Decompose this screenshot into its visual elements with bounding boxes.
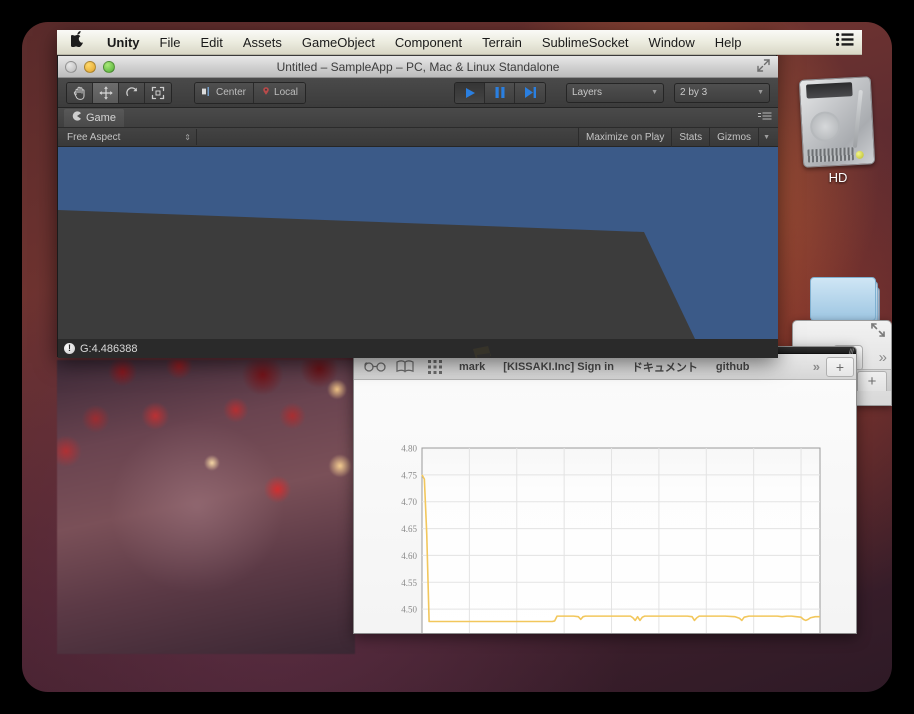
desktop: HD » » + xyxy=(22,22,892,692)
bookmark-kissaki-signin[interactable]: [KISSAKI.Inc] Sign in xyxy=(494,361,623,373)
top-sites-grid-icon[interactable] xyxy=(420,358,450,376)
info-badge-icon: ! xyxy=(64,343,75,354)
scale-tool[interactable] xyxy=(145,82,171,103)
menu-terrain[interactable]: Terrain xyxy=(472,35,532,50)
layout-dropdown[interactable]: 2 by 3 ▼ xyxy=(674,82,770,103)
svg-text:4.55: 4.55 xyxy=(401,578,417,588)
center-pivot-icon xyxy=(202,86,213,99)
tab-game-label: Game xyxy=(86,111,116,124)
panel-tabbar: Game xyxy=(58,108,778,128)
game-view-controls: Free Aspect ⇕ Maximize on Play Stats Giz… xyxy=(58,127,778,147)
aspect-ratio-dropdown[interactable]: Free Aspect ⇕ xyxy=(62,129,197,145)
y-axis-labels: 4.45 4.50 4.55 4.60 4.65 4.70 4.75 4.80 xyxy=(401,444,417,635)
game-pacman-icon xyxy=(72,111,82,124)
screen-root: HD » » + xyxy=(0,0,914,714)
unity-editor-window[interactable]: Untitled – SampleApp – PC, Mac & Linux S… xyxy=(57,30,778,358)
menu-unity[interactable]: Unity xyxy=(97,35,150,50)
pause-button[interactable] xyxy=(485,82,515,103)
hd-vent xyxy=(807,147,855,163)
new-tab-button[interactable]: + xyxy=(826,357,854,377)
stats-button[interactable]: Stats xyxy=(671,127,709,147)
game-status-bar: ! G:4.486388 xyxy=(58,339,778,358)
pivot-toggle[interactable]: Center xyxy=(195,82,255,103)
hard-drive-glyph xyxy=(798,76,876,168)
chevron-down-icon: ▼ xyxy=(757,89,764,96)
unity-titlebar[interactable]: Untitled – SampleApp – PC, Mac & Linux S… xyxy=(58,56,778,78)
rotate-tool[interactable] xyxy=(119,82,145,103)
playback-group xyxy=(454,81,546,104)
plot-area xyxy=(421,447,821,633)
chevron-down-icon: ▼ xyxy=(651,89,658,96)
pivot-space-group: Center Local xyxy=(194,81,306,104)
reading-list-book-icon[interactable] xyxy=(390,358,420,376)
layers-label: Layers xyxy=(572,87,603,98)
svg-text:4.50: 4.50 xyxy=(401,605,417,615)
local-space-icon xyxy=(261,86,271,99)
chevron-down-icon[interactable]: ▼ xyxy=(758,127,774,147)
fullscreen-arrows-icon[interactable] xyxy=(757,58,770,75)
svg-text:4.60: 4.60 xyxy=(401,551,417,561)
menubar-status-items xyxy=(836,33,862,51)
updown-arrows-icon: ⇕ xyxy=(184,132,191,142)
menu-gameobject[interactable]: GameObject xyxy=(292,35,385,50)
hand-tool[interactable] xyxy=(67,82,93,103)
chevron-double-right-icon[interactable]: » xyxy=(879,349,887,366)
bokeh-lights-wallpaper xyxy=(57,360,355,654)
hd-label-text: HD xyxy=(828,170,848,185)
menu-edit[interactable]: Edit xyxy=(190,35,232,50)
step-button[interactable] xyxy=(515,82,545,103)
gizmos-button[interactable]: Gizmos xyxy=(709,127,758,147)
chart-svg: 4.454.504.554.604.654.704.754.80 0204060… xyxy=(401,444,821,635)
hd-led xyxy=(855,150,864,160)
svg-text:4.75: 4.75 xyxy=(401,470,417,480)
menu-assets[interactable]: Assets xyxy=(233,35,292,50)
menu-sublimesocket[interactable]: SublimeSocket xyxy=(532,35,639,50)
line-chart: 4.454.504.554.604.654.704.754.80 0204060… xyxy=(382,442,834,635)
bookmark-documents[interactable]: ドキュメント xyxy=(623,359,707,375)
aspect-label: Free Aspect xyxy=(67,131,121,143)
hard-drive-icon[interactable]: HD xyxy=(798,70,878,200)
menu-file[interactable]: File xyxy=(150,35,191,50)
maximize-on-play-button[interactable]: Maximize on Play xyxy=(578,127,671,147)
menu-window[interactable]: Window xyxy=(639,35,705,50)
list-menu-icon[interactable] xyxy=(836,33,854,51)
play-button[interactable] xyxy=(455,82,485,103)
svg-text:4.65: 4.65 xyxy=(401,524,417,534)
menu-component[interactable]: Component xyxy=(385,35,472,50)
reading-glasses-icon[interactable] xyxy=(360,358,390,376)
close-button[interactable] xyxy=(65,60,77,73)
transform-tools-group xyxy=(66,81,172,104)
safari-window-main[interactable]: /// mark [KISSAKI.Inc] Sign in ドキュメント gi… xyxy=(353,346,857,634)
web-page-content: 4.454.504.554.604.654.704.754.80 0204060… xyxy=(354,380,856,633)
hd-arm xyxy=(852,89,863,148)
move-tool[interactable] xyxy=(93,82,119,103)
minimize-button[interactable] xyxy=(84,60,96,73)
bookmark-mark[interactable]: mark xyxy=(450,361,494,373)
svg-text:4.70: 4.70 xyxy=(401,497,417,507)
menu-help[interactable]: Help xyxy=(705,35,752,50)
panel-menu-icon[interactable] xyxy=(758,112,772,123)
apple-logo-icon[interactable] xyxy=(65,31,97,53)
status-text: G:4.486388 xyxy=(80,342,138,355)
layers-dropdown[interactable]: Layers ▼ xyxy=(566,82,664,103)
hd-sticker xyxy=(805,82,853,99)
new-tab-button-secondary[interactable]: + xyxy=(857,371,887,391)
ground-platform xyxy=(58,210,778,358)
zoom-button[interactable] xyxy=(103,60,115,73)
mac-menubar: Unity File Edit Assets GameObject Compon… xyxy=(57,30,862,55)
space-label: Local xyxy=(274,87,298,98)
space-toggle[interactable]: Local xyxy=(254,82,305,103)
svg-text:4.45: 4.45 xyxy=(401,632,417,635)
unity-toolbar: Center Local Layers ▼ 2 by 3 ▼ xyxy=(58,78,778,108)
window-title: Untitled – SampleApp – PC, Mac & Linux S… xyxy=(276,59,560,74)
hd-spindle xyxy=(809,110,841,143)
layout-label: 2 by 3 xyxy=(680,87,708,98)
bookmarks-overflow-icon[interactable]: » xyxy=(813,359,820,374)
bookmark-github[interactable]: github xyxy=(707,361,759,373)
pivot-label: Center xyxy=(216,87,247,98)
svg-text:4.80: 4.80 xyxy=(401,444,417,454)
folder-front xyxy=(810,277,876,321)
game-viewport[interactable]: ! G:4.486388 xyxy=(58,147,778,358)
tab-game[interactable]: Game xyxy=(64,108,124,127)
